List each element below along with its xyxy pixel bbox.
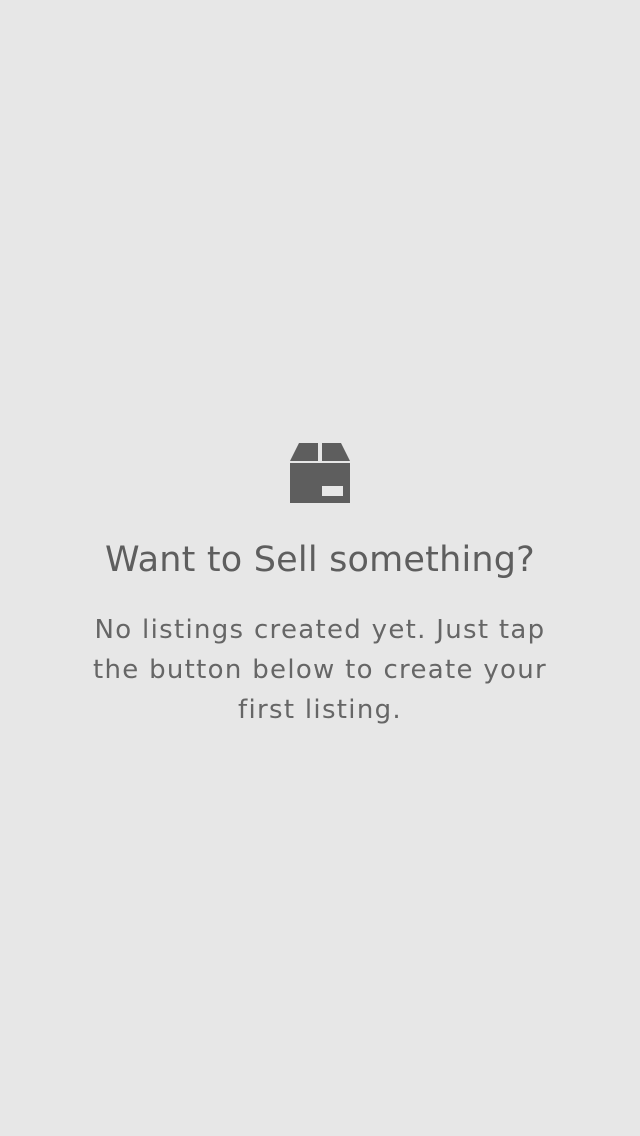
empty-state-message: No listings created yet. Just tap the bu… bbox=[92, 615, 548, 725]
package-box-icon bbox=[290, 443, 350, 503]
my-listings-screen: Want to Sell something? No listings crea… bbox=[0, 0, 640, 1136]
empty-state-title: Want to Sell something? bbox=[105, 540, 535, 580]
empty-state: Want to Sell something? No listings crea… bbox=[0, 442, 640, 730]
